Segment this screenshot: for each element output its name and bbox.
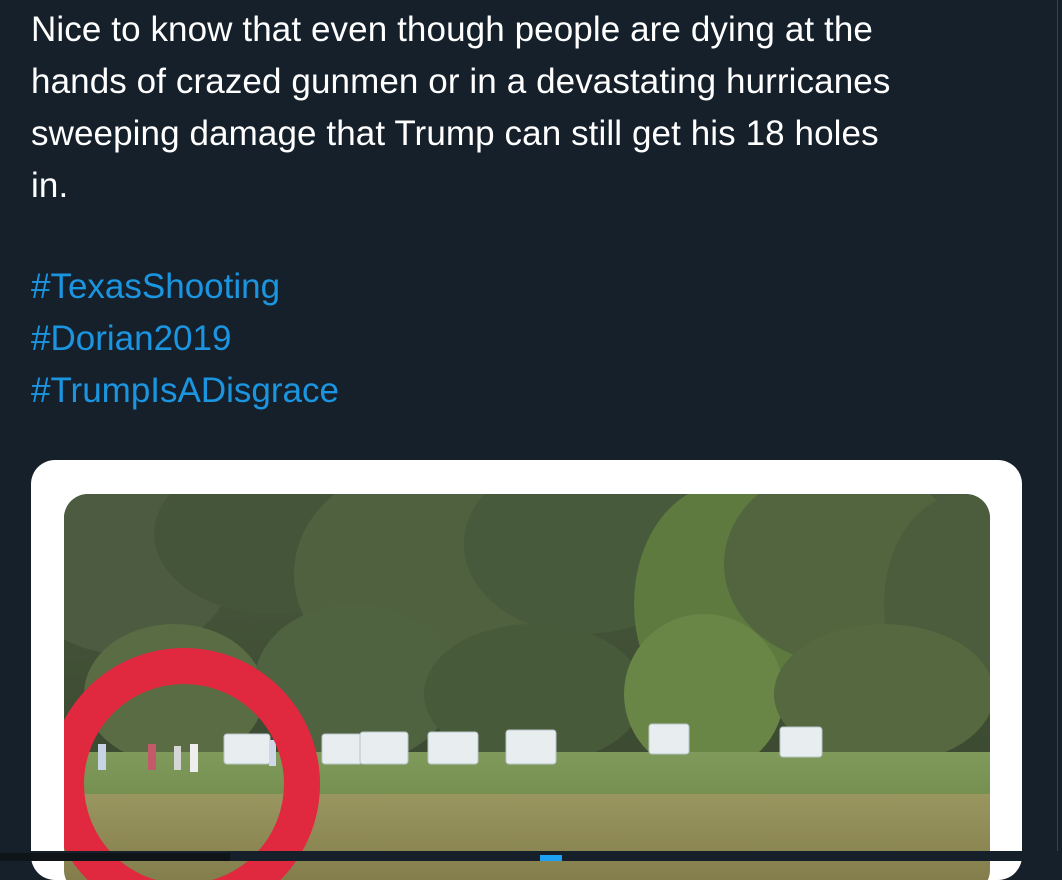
media-card[interactable] bbox=[31, 460, 1022, 880]
panel-border bbox=[1057, 0, 1058, 861]
bottom-bar bbox=[0, 851, 1062, 861]
bottom-bar-accent bbox=[540, 855, 562, 861]
tweet-photo[interactable] bbox=[64, 494, 990, 880]
bottom-bar-segment bbox=[0, 853, 230, 861]
photo-icon bbox=[64, 494, 990, 880]
tweet-text-line: hands of crazed gunmen or in a devastati… bbox=[31, 62, 891, 101]
tweet-text-line: sweeping damage that Trump can still get… bbox=[31, 114, 879, 153]
tweet-text-line: in. bbox=[31, 166, 69, 205]
tweet-text: Nice to know that even though people are… bbox=[31, 4, 1031, 212]
tweet-panel: Nice to know that even though people are… bbox=[0, 0, 1062, 880]
hashtag-link-dorian2019[interactable]: #Dorian2019 bbox=[31, 313, 339, 365]
hashtag-link-trumpisadisgrace[interactable]: #TrumpIsADisgrace bbox=[31, 365, 339, 417]
hashtag-list: #TexasShooting #Dorian2019 #TrumpIsADisg… bbox=[31, 261, 339, 417]
tweet-text-line: Nice to know that even though people are… bbox=[31, 10, 873, 49]
hashtag-link-texasshooting[interactable]: #TexasShooting bbox=[31, 261, 339, 313]
